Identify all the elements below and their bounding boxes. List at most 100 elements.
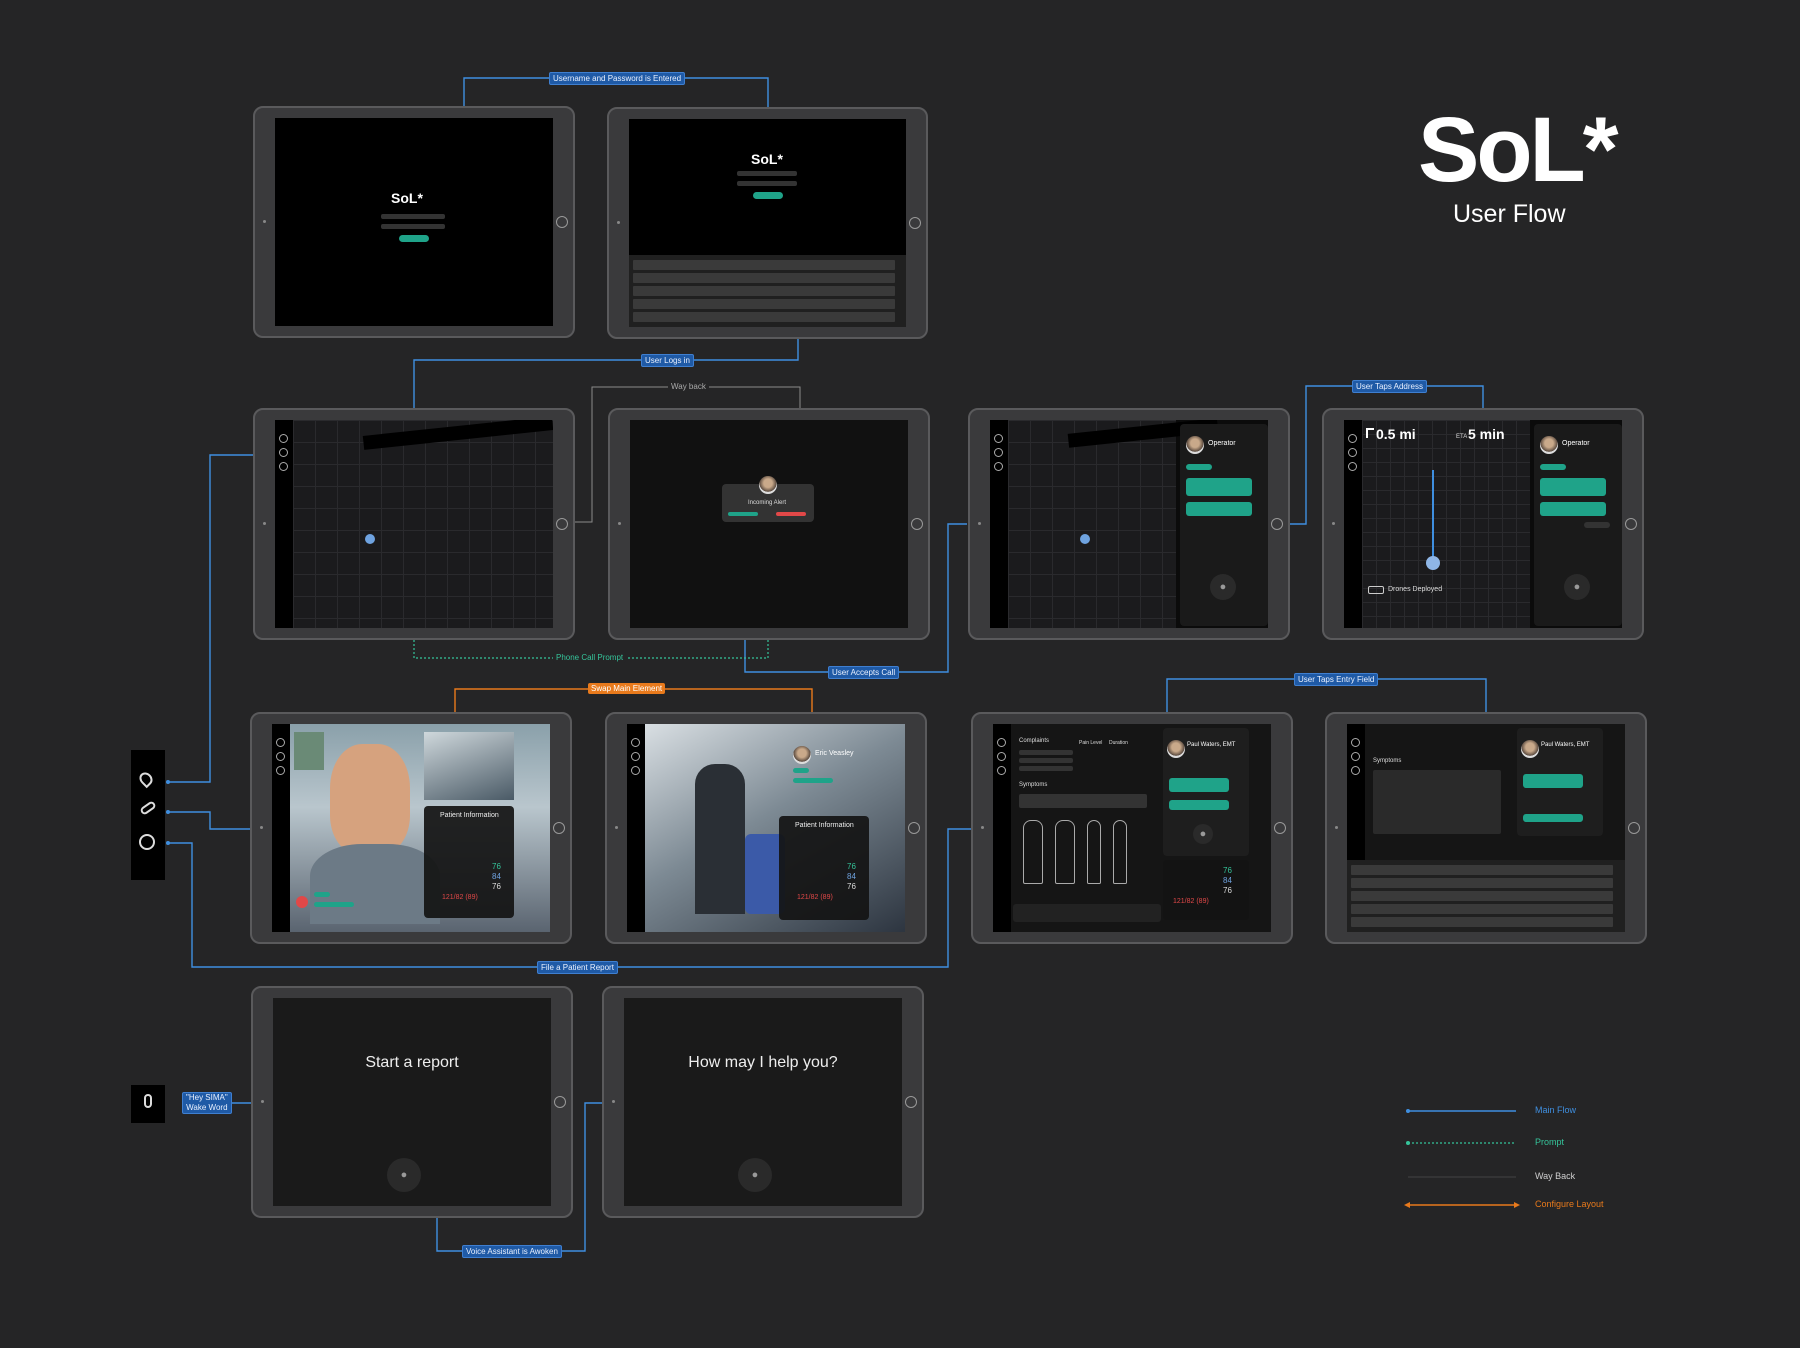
emt-video-thumbnail[interactable] (424, 732, 514, 800)
sidebar (993, 724, 1011, 932)
operator-chat-panel: Operator ● (1534, 424, 1622, 626)
legend-main-flow: Main Flow (1535, 1105, 1577, 1115)
decline-call-button[interactable] (776, 512, 806, 516)
on-screen-keyboard[interactable] (629, 255, 906, 327)
assessment-keyboard-tablet: Symptoms Paul Waters, EMT (1325, 712, 1647, 944)
copy-button[interactable] (1584, 522, 1610, 528)
voice-assistant-tablet: How may I help you? ● (602, 986, 924, 1218)
login-button[interactable] (753, 192, 783, 199)
wake-word-mic (131, 1085, 165, 1123)
duration-heading: Duration (1109, 740, 1128, 746)
self-video-thumbnail[interactable] (294, 732, 324, 770)
body-diagram-left[interactable] (1113, 820, 1127, 884)
microphone-icon[interactable]: ● (387, 1158, 421, 1192)
headset-icon[interactable] (994, 462, 1003, 471)
vital-spo2: 84 (492, 872, 501, 881)
body-diagram-back[interactable] (1055, 820, 1075, 884)
headset-icon[interactable] (1348, 462, 1357, 471)
incoming-call-screen: Incoming Alert (630, 420, 908, 628)
bottom-tab-bar[interactable] (1013, 904, 1161, 922)
vital-spo2: 84 (847, 872, 856, 881)
location-pin-icon[interactable] (1351, 738, 1360, 747)
password-field[interactable] (381, 224, 445, 229)
chat-message (1540, 502, 1606, 516)
headset-icon[interactable] (997, 766, 1006, 775)
microphone-icon[interactable]: ● (1193, 824, 1213, 844)
phone-icon[interactable] (279, 448, 288, 457)
headset-icon[interactable] (139, 834, 155, 850)
end-call-button[interactable] (296, 896, 308, 908)
phone-icon[interactable] (1351, 752, 1360, 761)
label-phone-call-prompt: Phone Call Prompt (553, 652, 627, 663)
blood-pressure: 121/82 (89) (442, 894, 478, 901)
microphone-icon[interactable]: ● (738, 1158, 772, 1192)
turn-arrow-icon (1366, 428, 1374, 438)
operator-avatar (1540, 436, 1558, 454)
login-logo: SoL* (391, 190, 423, 206)
headset-icon[interactable] (276, 766, 285, 775)
password-field[interactable] (737, 181, 797, 186)
username-field[interactable] (381, 214, 445, 219)
symptoms-field[interactable] (1373, 770, 1501, 834)
caller-avatar (793, 746, 811, 764)
symptoms-field[interactable] (1019, 794, 1147, 808)
phone-icon[interactable] (997, 752, 1006, 761)
vitals-panel: 76 84 76 121/82 (89) (1163, 860, 1249, 920)
chat-message (1523, 814, 1583, 822)
hey-sima-line2: Wake Word (186, 1103, 228, 1112)
body-diagram-front[interactable] (1023, 820, 1043, 884)
route-line (1432, 470, 1434, 560)
location-pin-icon[interactable] (279, 434, 288, 443)
microphone-icon[interactable] (144, 1094, 152, 1108)
map-screen (275, 420, 553, 628)
login-button[interactable] (399, 235, 429, 242)
phone-icon[interactable] (1348, 448, 1357, 457)
operator-chat-panel: Operator ● (1180, 424, 1268, 626)
assessment-screen: Complaints Pain Level Duration Symptoms … (993, 724, 1271, 932)
location-pin-icon[interactable] (136, 769, 156, 789)
user-flow-canvas: { "brand": {"logo": "SoL*", "subtitle": … (0, 0, 1800, 1348)
city-map[interactable] (1008, 420, 1219, 628)
headset-icon[interactable] (631, 766, 640, 775)
sidebar (272, 724, 290, 932)
location-pin-icon[interactable] (1348, 434, 1357, 443)
location-pin-icon[interactable] (997, 738, 1006, 747)
microphone-icon[interactable]: ● (1564, 574, 1590, 600)
incoming-call-card[interactable]: Incoming Alert (722, 476, 814, 522)
vehicle-marker (1426, 556, 1440, 570)
home-button (1628, 822, 1640, 834)
body-diagram-right[interactable] (1087, 820, 1101, 884)
distance-readout: 0.5 mi (1376, 426, 1416, 442)
city-map[interactable] (293, 420, 553, 628)
legend-prompt: Prompt (1535, 1137, 1565, 1147)
home-button (556, 518, 568, 530)
complaint-field[interactable] (1019, 766, 1073, 771)
headset-icon[interactable] (279, 462, 288, 471)
home-button (1274, 822, 1286, 834)
complaints-heading: Complaints (1019, 738, 1050, 744)
headset-icon[interactable] (1351, 766, 1360, 775)
route-map[interactable]: 0.5 mi ETA 5 min Drones Deployed (1362, 420, 1530, 628)
home-button (911, 518, 923, 530)
on-screen-keyboard[interactable] (1347, 860, 1625, 932)
address-message[interactable] (1186, 502, 1252, 516)
location-pin-icon[interactable] (631, 738, 640, 747)
phone-icon[interactable] (276, 752, 285, 761)
home-button (1625, 518, 1637, 530)
complaint-field[interactable] (1019, 750, 1073, 755)
accept-call-button[interactable] (728, 512, 758, 516)
complaint-field[interactable] (1019, 758, 1073, 763)
location-pin-icon[interactable] (276, 738, 285, 747)
phone-icon[interactable] (994, 448, 1003, 457)
phone-icon[interactable] (631, 752, 640, 761)
patient-info-title: Patient Information (795, 822, 854, 829)
voice-assistant-screen: How may I help you? ● (624, 998, 902, 1206)
microphone-icon[interactable]: ● (1210, 574, 1236, 600)
operator-name: Operator (1208, 440, 1236, 447)
caller-avatar (759, 476, 777, 494)
video-call-swapped-tablet: Eric Veasley Patient Information 76 84 7… (605, 712, 927, 944)
phone-icon[interactable] (139, 800, 157, 816)
start-report-prompt: Start a report (365, 1054, 459, 1071)
username-field[interactable] (737, 171, 797, 176)
location-pin-icon[interactable] (994, 434, 1003, 443)
